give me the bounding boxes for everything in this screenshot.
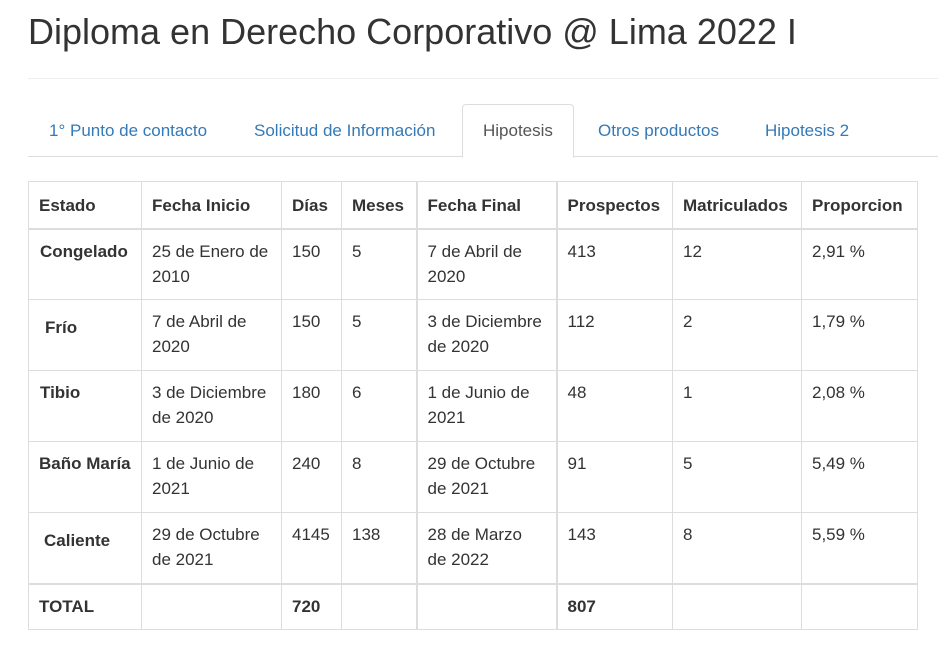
cell-dias: 240 <box>281 441 342 513</box>
header-matriculados: Matriculados <box>672 181 802 230</box>
cell-prospectos: 48 <box>555 370 673 442</box>
cell-estado: Congelado <box>28 228 142 300</box>
cell-proporcion: 5,59 % <box>801 512 918 584</box>
cell-empty <box>141 583 282 630</box>
cell-proporcion: 2,08 % <box>801 370 918 442</box>
cell-fecha-final: 1 de Junio de 2021 <box>415 370 557 442</box>
cell-empty <box>801 583 918 630</box>
cell-matriculados: 5 <box>672 441 802 513</box>
cell-empty <box>672 583 802 630</box>
tab-punto-de-contacto[interactable]: 1° Punto de contacto <box>28 104 228 157</box>
cell-fecha-inicio: 25 de Enero de 2010 <box>141 228 282 300</box>
cell-proporcion: 1,79 % <box>801 299 918 371</box>
cell-fecha-inicio: 1 de Junio de 2021 <box>141 441 282 513</box>
table-row: Baño María 1 de Junio de 2021 240 8 29 d… <box>28 441 918 513</box>
cell-matriculados: 12 <box>672 228 802 300</box>
cell-prospectos: 143 <box>555 512 673 584</box>
cell-meses: 8 <box>341 441 417 513</box>
cell-proporcion: 2,91 % <box>801 228 918 300</box>
table-row: Tibio 3 de Diciembre de 2020 180 6 1 de … <box>28 370 918 442</box>
header-meses: Meses <box>341 181 417 230</box>
nav-tabs: 1° Punto de contacto Solicitud de Inform… <box>28 104 938 158</box>
cell-empty <box>341 583 417 630</box>
header-proporcion: Proporcion <box>801 181 918 230</box>
cell-fecha-final: 7 de Abril de 2020 <box>415 228 557 300</box>
hipotesis-table: Estado Fecha Inicio Días Meses Fecha Fin… <box>28 181 918 630</box>
cell-estado: Tibio <box>28 370 142 442</box>
cell-meses: 5 <box>341 228 417 300</box>
cell-proporcion: 5,49 % <box>801 441 918 513</box>
cell-dias: 150 <box>281 228 342 300</box>
cell-matriculados: 1 <box>672 370 802 442</box>
table-row: Frío 7 de Abril de 2020 150 5 3 de Dicie… <box>28 299 918 371</box>
tab-hipotesis-2[interactable]: Hipotesis 2 <box>744 104 870 157</box>
cell-meses: 5 <box>341 299 417 371</box>
cell-fecha-inicio: 3 de Diciembre de 2020 <box>141 370 282 442</box>
cell-dias: 150 <box>281 299 342 371</box>
cell-dias: 180 <box>281 370 342 442</box>
cell-total-label: TOTAL <box>28 583 142 630</box>
table-row: Congelado 25 de Enero de 2010 150 5 7 de… <box>28 228 918 300</box>
cell-estado: Baño María <box>28 441 142 513</box>
cell-empty <box>415 583 557 630</box>
cell-dias: 4145 <box>281 512 342 584</box>
cell-meses: 138 <box>341 512 417 584</box>
cell-estado: Caliente <box>28 512 142 584</box>
page-title: Diploma en Derecho Corporativo @ Lima 20… <box>28 11 797 52</box>
table-row: Caliente 29 de Octubre de 2021 4145 138 … <box>28 512 918 584</box>
cell-estado: Frío <box>28 299 142 371</box>
cell-prospectos: 91 <box>555 441 673 513</box>
cell-fecha-inicio: 7 de Abril de 2020 <box>141 299 282 371</box>
header-fecha-inicio: Fecha Inicio <box>141 181 282 230</box>
header-dias: Días <box>281 181 342 230</box>
cell-matriculados: 8 <box>672 512 802 584</box>
title-divider <box>28 78 938 79</box>
cell-prospectos: 112 <box>555 299 673 371</box>
cell-fecha-final: 28 de Marzo de 2022 <box>415 512 557 584</box>
cell-fecha-final: 3 de Diciembre de 2020 <box>415 299 557 371</box>
cell-meses: 6 <box>341 370 417 442</box>
header-prospectos: Prospectos <box>555 181 673 230</box>
table-total-row: TOTAL 720 807 <box>28 583 918 630</box>
cell-matriculados: 2 <box>672 299 802 371</box>
tab-hipotesis[interactable]: Hipotesis <box>462 104 574 158</box>
cell-fecha-final: 29 de Octubre de 2021 <box>415 441 557 513</box>
tab-otros-productos[interactable]: Otros productos <box>577 104 740 157</box>
header-fecha-final: Fecha Final <box>415 181 557 230</box>
cell-total-dias: 720 <box>281 583 342 630</box>
table-header-row: Estado Fecha Inicio Días Meses Fecha Fin… <box>28 181 918 230</box>
tab-solicitud-de-informacion[interactable]: Solicitud de Información <box>233 104 456 157</box>
cell-total-prospectos: 807 <box>555 583 673 630</box>
cell-prospectos: 413 <box>555 228 673 300</box>
header-estado: Estado <box>28 181 142 230</box>
cell-fecha-inicio: 29 de Octubre de 2021 <box>141 512 282 584</box>
